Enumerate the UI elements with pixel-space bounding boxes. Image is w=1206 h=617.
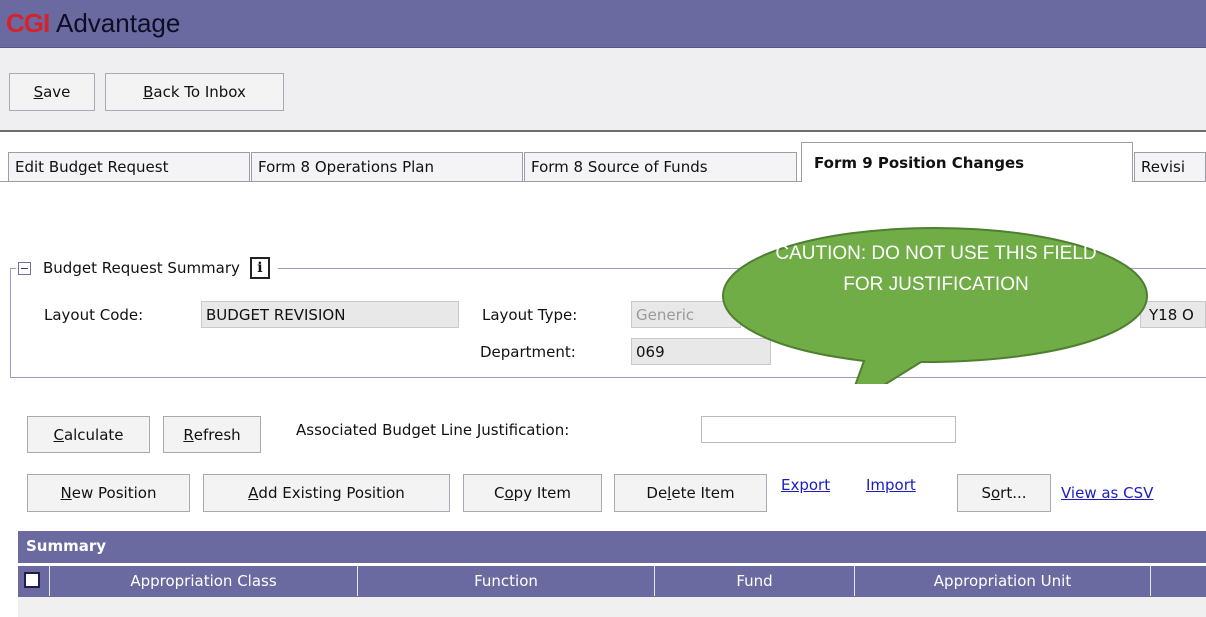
sort-pre: S — [981, 484, 991, 502]
back-to-inbox-button[interactable]: Back To Inbox — [105, 73, 284, 111]
refresh-hotkey: R — [183, 425, 194, 444]
export-link[interactable]: Export — [781, 476, 830, 494]
layout-code-field: BUDGET REVISION — [201, 301, 459, 328]
summary-title: Budget Request Summary — [43, 259, 240, 277]
column-fund[interactable]: Fund — [655, 565, 855, 596]
justification-input[interactable] — [701, 416, 956, 443]
summary-legend: Budget Request Summary i — [16, 257, 278, 279]
app-header — [0, 0, 1206, 48]
add-label: dd Existing Position — [258, 484, 405, 502]
partial-field: Y18 O — [1140, 301, 1206, 328]
layout-type-label: Layout Type: — [482, 306, 578, 324]
grid-body — [18, 597, 1206, 617]
column-function[interactable]: Function — [358, 565, 655, 596]
grid-title: Summary — [26, 537, 107, 555]
refresh-button[interactable]: Refresh — [163, 416, 261, 453]
delete-pre: De — [646, 484, 668, 502]
delete-item-button[interactable]: De l ete Item — [614, 474, 767, 512]
new-position-button[interactable]: New Position — [27, 474, 190, 512]
calculate-hotkey: C — [53, 425, 64, 444]
column-appropriation-unit[interactable]: Appropriation Unit — [855, 565, 1151, 596]
layout-code-label: Layout Code: — [44, 306, 144, 324]
select-all-checkbox[interactable] — [24, 572, 40, 588]
sort-button[interactable]: So rt... — [957, 474, 1051, 512]
add-hotkey: A — [248, 484, 259, 502]
add-existing-position-button[interactable]: Add Existing Position — [203, 474, 450, 512]
back-hotkey: B — [143, 83, 154, 101]
new-hotkey: N — [60, 484, 72, 502]
grid-title-bar — [18, 531, 1206, 563]
tab-form8-source-of-funds[interactable]: Form 8 Source of Funds — [524, 152, 797, 182]
sort-post: rt... — [1000, 484, 1027, 502]
delete-post: ete Item — [671, 484, 735, 502]
justification-label: Associated Budget Line Justification: — [296, 421, 570, 439]
app-title: Advantage — [56, 8, 181, 38]
new-label: ew Position — [71, 484, 157, 502]
view-as-csv-link[interactable]: View as CSV — [1061, 484, 1153, 502]
copy-hotkey: o — [504, 484, 514, 502]
tab-edit-budget-request[interactable]: Edit Budget Request — [8, 152, 250, 182]
import-link[interactable]: Import — [866, 476, 916, 494]
column-next[interactable] — [1151, 565, 1206, 596]
copy-pre: C — [494, 484, 505, 502]
department-label: Department: — [480, 343, 576, 361]
collapse-icon[interactable] — [18, 261, 31, 275]
save-label: ave — [43, 83, 71, 101]
back-label: ack To Inbox — [153, 83, 246, 101]
column-appropriation-class[interactable]: Appropriation Class — [50, 565, 358, 596]
cgi-logo: CGI — [6, 8, 50, 38]
copy-post: py Item — [513, 484, 571, 502]
refresh-label: efresh — [193, 425, 241, 444]
copy-item-button[interactable]: Co py Item — [463, 474, 602, 512]
calculate-label: alculate — [63, 425, 124, 444]
callout-text: CAUTION: DO NOT USE THIS FIELD FOR JUSTI… — [775, 243, 1097, 295]
save-hotkey: S — [33, 83, 44, 101]
tab-form9-position-changes[interactable]: Form 9 Position Changes — [801, 142, 1133, 182]
tab-revisions[interactable]: Revisi — [1134, 152, 1206, 182]
info-icon[interactable]: i — [249, 257, 270, 279]
sort-hotkey: o — [990, 484, 1001, 502]
save-button[interactable]: Save — [9, 73, 95, 111]
calculate-button[interactable]: Calculate — [27, 416, 150, 453]
tab-form8-operations-plan[interactable]: Form 8 Operations Plan — [251, 152, 523, 182]
